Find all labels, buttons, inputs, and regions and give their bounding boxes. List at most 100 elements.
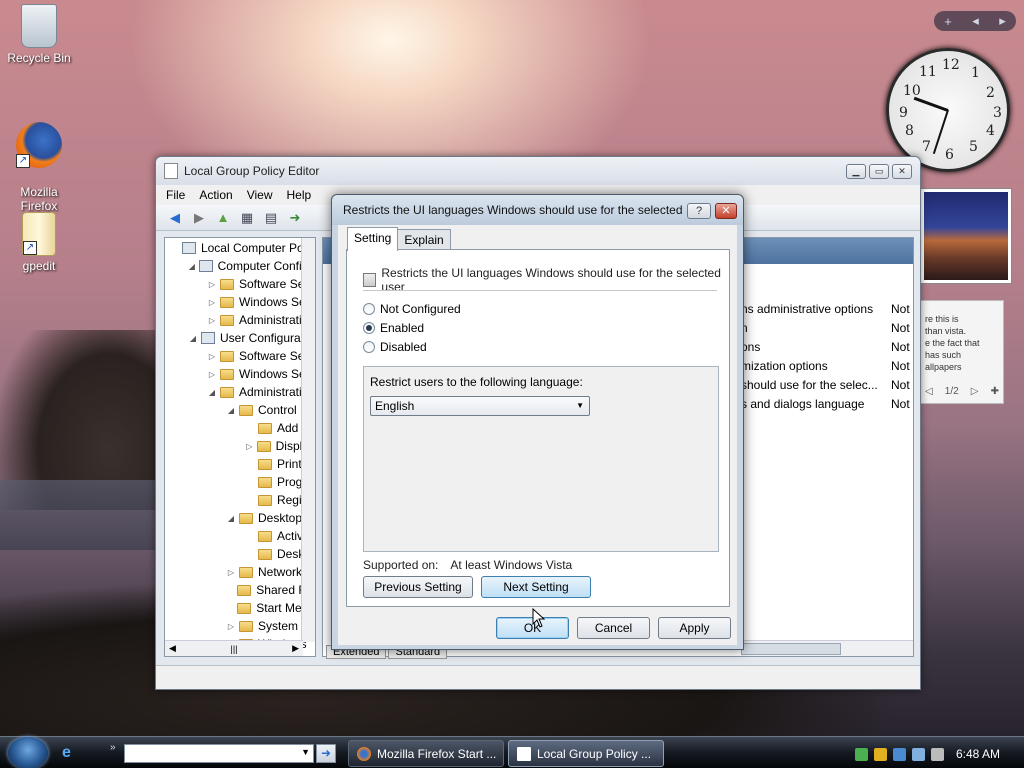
dialog-close-button[interactable]: ✕ (715, 203, 737, 219)
flag-icon[interactable] (893, 747, 906, 761)
properties-icon[interactable]: ▤ (262, 209, 280, 227)
go-arrow-icon[interactable]: ➜ (316, 744, 336, 763)
forward-arrow-icon[interactable]: ▶ (190, 209, 208, 227)
tree-node[interactable]: Local Computer Polic (165, 239, 315, 257)
tree-node[interactable]: ▷ Network (165, 563, 315, 581)
quicklaunch-more-icon[interactable]: » (110, 742, 116, 753)
tree-node[interactable]: Region (165, 491, 315, 509)
maximize-button[interactable]: ▭ (869, 164, 889, 179)
gpe-titlebar[interactable]: Local Group Policy Editor (156, 157, 920, 185)
collapse-icon[interactable]: ◢ (207, 388, 217, 397)
tree-node[interactable]: ▷ Administrative (165, 311, 315, 329)
tree-node[interactable]: Deskto (165, 545, 315, 563)
radio-button[interactable] (363, 341, 375, 353)
policy-row[interactable]: ns administrative options Not (741, 302, 913, 321)
policy-row[interactable]: ons Not (741, 340, 913, 359)
chevron-down-icon[interactable]: ▼ (301, 747, 310, 757)
taskbar-item-firefox[interactable]: Mozilla Firefox Start ... (348, 740, 504, 767)
menu-help[interactable]: Help (287, 188, 312, 202)
expand-icon[interactable]: ▷ (226, 568, 236, 577)
slideshow-gadget[interactable] (920, 188, 1012, 284)
policy-row[interactable]: n Not (741, 321, 913, 340)
scroll-thumb[interactable] (741, 643, 841, 655)
list-horizontal-scrollbar[interactable] (741, 640, 913, 656)
collapse-icon[interactable]: ◢ (188, 334, 198, 343)
minimize-button[interactable]: ▁ (846, 164, 866, 179)
tree-node[interactable]: Add or (165, 419, 315, 437)
notes-add-icon[interactable]: ✚ (991, 386, 999, 398)
show-hide-tree-icon[interactable]: ▦ (238, 209, 256, 227)
notes-prev-icon[interactable]: ◁ (925, 386, 933, 398)
expand-icon[interactable]: ▷ (207, 370, 217, 379)
tree-vertical-scrollbar[interactable] (301, 238, 315, 642)
menu-file[interactable]: File (166, 188, 185, 202)
radio-enabled[interactable]: Enabled (363, 321, 424, 335)
address-bar-input[interactable]: ▼ (124, 744, 314, 763)
desktop-icon-gpedit[interactable]: ↗ gpedit (0, 212, 78, 273)
tree-node[interactable]: ◢ User Configuratio (165, 329, 315, 347)
tree-node[interactable]: Printer (165, 455, 315, 473)
policy-row[interactable]: should use for the selec... Not (741, 378, 913, 397)
expand-icon[interactable]: ▷ (207, 352, 217, 361)
notes-next-icon[interactable]: ▷ (971, 386, 979, 398)
add-gadget-button[interactable]: + (944, 14, 952, 29)
prev-gadgets-button[interactable]: ◂ (972, 13, 979, 29)
tree-node[interactable]: ▷ Display (165, 437, 315, 455)
radio-button[interactable] (363, 322, 375, 334)
radio-not-configured[interactable]: Not Configured (363, 302, 461, 316)
expand-icon[interactable]: ▷ (245, 442, 254, 451)
next-gadgets-button[interactable]: ▸ (999, 13, 1006, 29)
policy-row[interactable]: s and dialogs language Not (741, 397, 913, 416)
close-button[interactable]: ✕ (892, 164, 912, 179)
expand-icon[interactable]: ▷ (207, 280, 217, 289)
tree-node[interactable]: ◢ Control Pa (165, 401, 315, 419)
help-button[interactable]: ? (687, 203, 711, 219)
desktop-icon-recycle-bin[interactable]: Recycle Bin (0, 4, 78, 65)
next-setting-button[interactable]: Next Setting (481, 576, 591, 598)
expand-icon[interactable]: ▷ (207, 316, 217, 325)
tree-node[interactable]: ▷ Windows Sett (165, 293, 315, 311)
tree-node[interactable]: ◢ Desktop (165, 509, 315, 527)
tree-node[interactable]: ▷ System (165, 617, 315, 635)
policy-row[interactable]: mization options Not (741, 359, 913, 378)
desktop-icon-firefox[interactable]: ↗ Mozilla Firefox (0, 108, 78, 227)
tree-node[interactable]: Active (165, 527, 315, 545)
tree-node[interactable]: ▷ Software Setti (165, 275, 315, 293)
tree-node[interactable]: Start Menu (165, 599, 315, 617)
menu-action[interactable]: Action (199, 188, 232, 202)
scroll-left-icon[interactable]: ◀ (169, 643, 176, 654)
collapse-icon[interactable]: ◢ (226, 514, 236, 523)
tab-explain[interactable]: Explain (397, 229, 451, 251)
security-shield-icon[interactable] (874, 747, 887, 761)
collapse-icon[interactable]: ◢ (188, 262, 196, 271)
notes-gadget[interactable]: re this is than vista. e the fact that h… (920, 300, 1004, 404)
volume-icon[interactable] (931, 747, 944, 761)
tree-node[interactable]: ▷ Software Setti (165, 347, 315, 365)
collapse-icon[interactable]: ◢ (226, 406, 236, 415)
up-folder-icon[interactable]: ▲ (214, 209, 232, 227)
start-button[interactable] (8, 737, 48, 768)
cancel-button[interactable]: Cancel (577, 617, 650, 639)
apply-button[interactable]: Apply (658, 617, 731, 639)
radio-disabled[interactable]: Disabled (363, 340, 427, 354)
network-icon[interactable] (912, 747, 925, 761)
tree-node[interactable]: ▷ Windows Sett (165, 365, 315, 383)
clock-time[interactable]: 6:48 AM (956, 747, 1000, 761)
radio-button[interactable] (363, 303, 375, 315)
tree-horizontal-scrollbar[interactable]: ◀ ||| ▶ (165, 640, 303, 656)
tree-node[interactable]: ◢ Computer Configu (165, 257, 315, 275)
previous-setting-button[interactable]: Previous Setting (363, 576, 473, 598)
tree-node[interactable]: Shared Fol (165, 581, 315, 599)
tab-setting[interactable]: Setting (347, 227, 399, 251)
scroll-right-icon[interactable]: ▶ (292, 643, 299, 654)
internet-explorer-icon[interactable]: e (62, 744, 82, 764)
language-select[interactable]: English ▼ (370, 396, 590, 416)
clock-gadget[interactable]: 12 1 2 3 4 5 6 7 8 9 10 11 (886, 48, 1010, 172)
update-icon[interactable] (855, 747, 868, 761)
export-list-icon[interactable]: ➜ (286, 209, 304, 227)
back-arrow-icon[interactable]: ◀ (166, 209, 184, 227)
expand-icon[interactable]: ▷ (226, 622, 236, 631)
menu-view[interactable]: View (247, 188, 273, 202)
expand-icon[interactable]: ▷ (207, 298, 217, 307)
tree-node[interactable]: ◢ Administrative (165, 383, 315, 401)
